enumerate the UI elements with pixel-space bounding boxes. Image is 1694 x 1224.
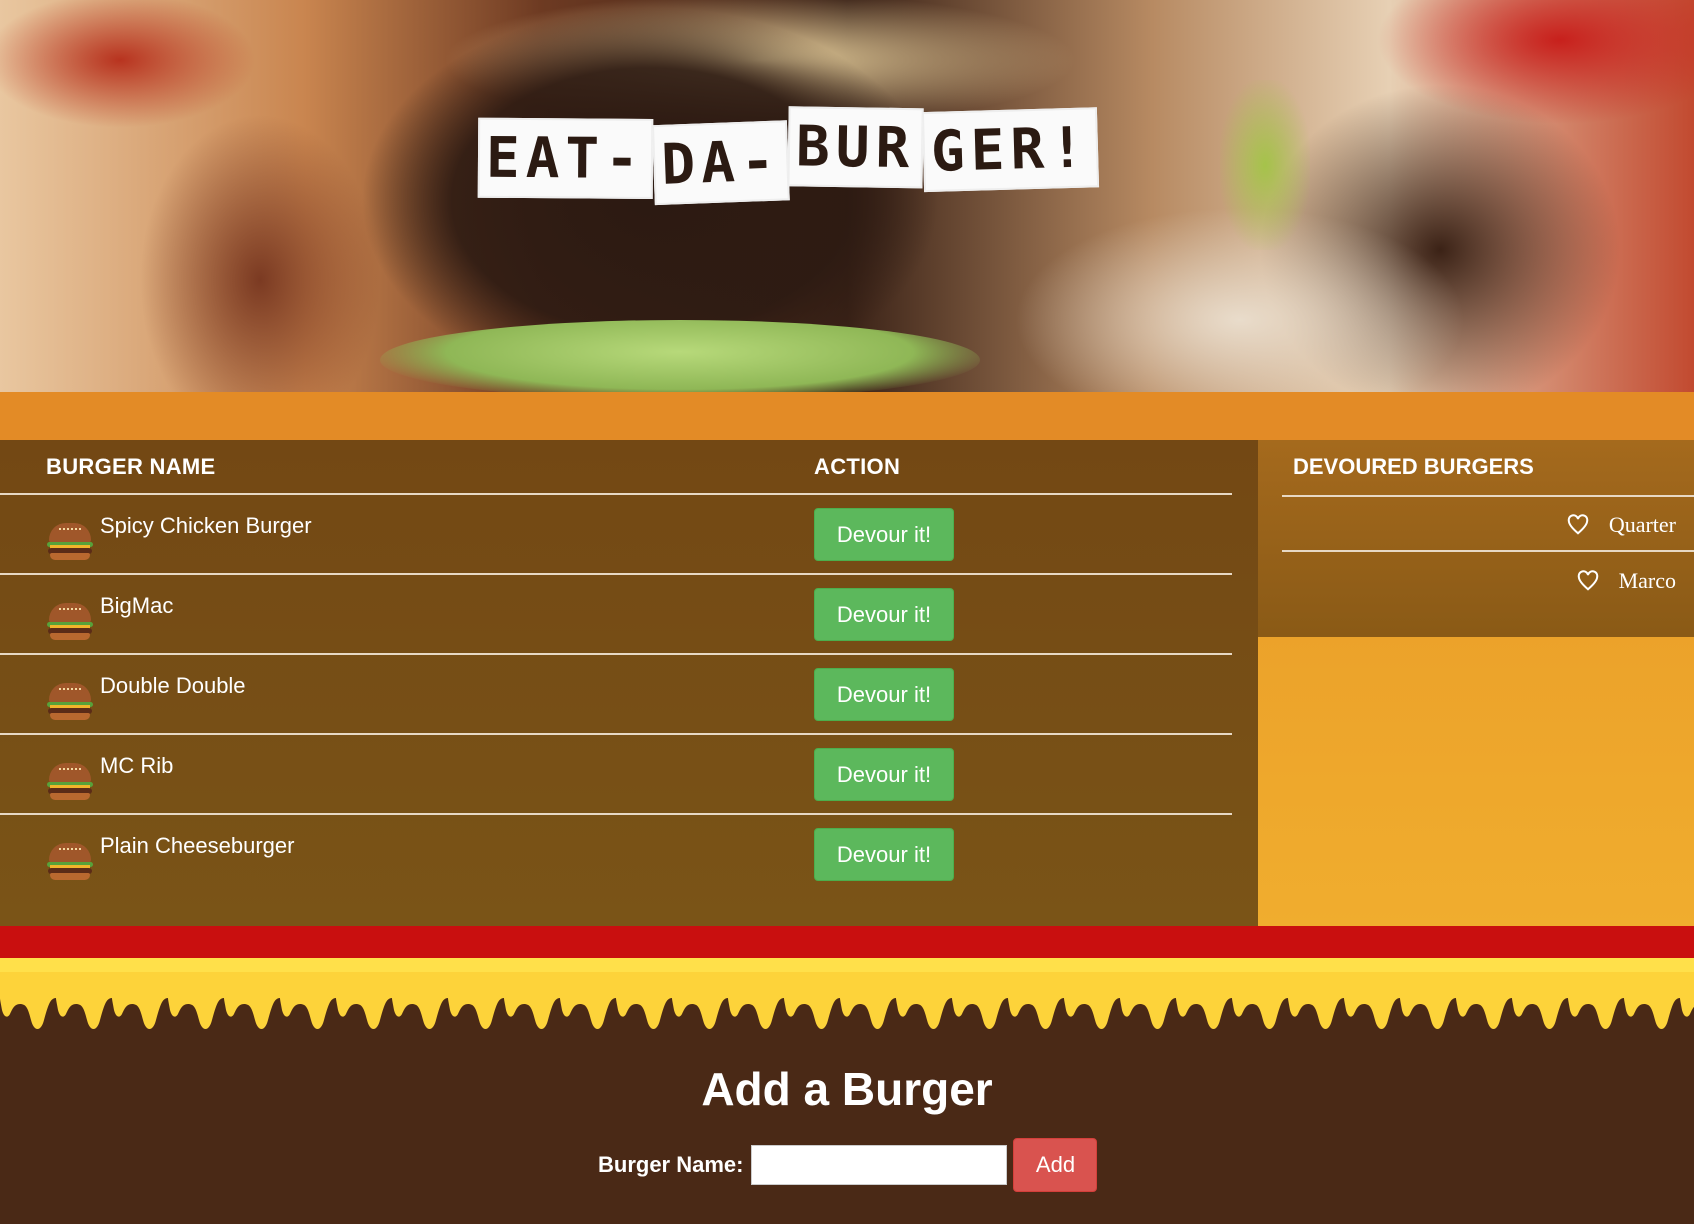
logo-part: BUR <box>787 106 924 189</box>
table-header: BURGER NAME ACTION <box>0 440 1232 495</box>
table-row: Plain Cheeseburger Devour it! <box>0 815 1232 895</box>
logo-part: GER! <box>922 107 1100 193</box>
divider <box>1282 550 1694 552</box>
burger-name: Plain Cheeseburger <box>100 833 295 858</box>
devoured-title: DEVOURED BURGERS <box>1293 454 1534 479</box>
devoured-panel: DEVOURED BURGERS Quarter Marco <box>1258 440 1694 926</box>
devoured-burger-name: Marco <box>1618 568 1676 593</box>
ketchup-stripe <box>0 926 1694 958</box>
table-row: Spicy Chicken Burger Devour it! <box>0 495 1232 575</box>
heart-icon <box>1577 570 1598 591</box>
burger-icon <box>47 843 93 880</box>
column-header-name: BURGER NAME <box>46 454 216 479</box>
burger-name: MC Rib <box>100 753 174 778</box>
logo-part: DA- <box>651 120 790 206</box>
burger-name: Spicy Chicken Burger <box>100 513 312 538</box>
devoured-burger-name: Quarter <box>1608 512 1676 537</box>
mustard-drip <box>0 958 1694 1058</box>
burger-icon <box>47 763 93 800</box>
burger-icon <box>47 603 93 640</box>
devoured-item: Marco <box>1577 568 1676 594</box>
burger-icon <box>47 683 93 720</box>
logo-part: EAT- <box>477 117 654 199</box>
burger-name: BigMac <box>100 593 174 618</box>
devour-button[interactable]: Devour it! <box>814 668 954 721</box>
burger-table-panel: BURGER NAME ACTION Spicy Chicken Burger … <box>0 440 1258 926</box>
burger-name: Double Double <box>100 673 246 698</box>
devour-button[interactable]: Devour it! <box>814 828 954 881</box>
table-row: BigMac Devour it! <box>0 575 1232 655</box>
site-logo: EAT- DA- BUR GER! <box>477 106 1100 206</box>
orange-divider <box>0 392 1694 440</box>
add-burger-title: Add a Burger <box>701 1063 993 1115</box>
burger-name-label: Burger Name: <box>598 1152 744 1177</box>
add-burger-form: Burger Name: Add <box>598 1138 1098 1192</box>
burger-icon <box>47 523 93 560</box>
table-row: MC Rib Devour it! <box>0 735 1232 815</box>
lettuce-decoration <box>380 320 980 392</box>
table-row: Double Double Devour it! <box>0 655 1232 735</box>
lettuce-decoration <box>1220 80 1310 250</box>
burger-name-input[interactable] <box>751 1145 1008 1185</box>
devour-button[interactable]: Devour it! <box>814 508 954 561</box>
hero-banner: EAT- DA- BUR GER! <box>0 0 1694 392</box>
add-button[interactable]: Add <box>1013 1138 1098 1192</box>
heart-icon <box>1567 514 1589 535</box>
column-header-action: ACTION <box>814 454 901 479</box>
devoured-item: Quarter <box>1567 512 1676 538</box>
devour-button[interactable]: Devour it! <box>814 748 954 801</box>
devoured-list: DEVOURED BURGERS Quarter Marco <box>1258 440 1694 637</box>
divider <box>1282 495 1694 497</box>
devour-button[interactable]: Devour it! <box>814 588 954 641</box>
burger-table: BURGER NAME ACTION Spicy Chicken Burger … <box>0 440 1232 895</box>
